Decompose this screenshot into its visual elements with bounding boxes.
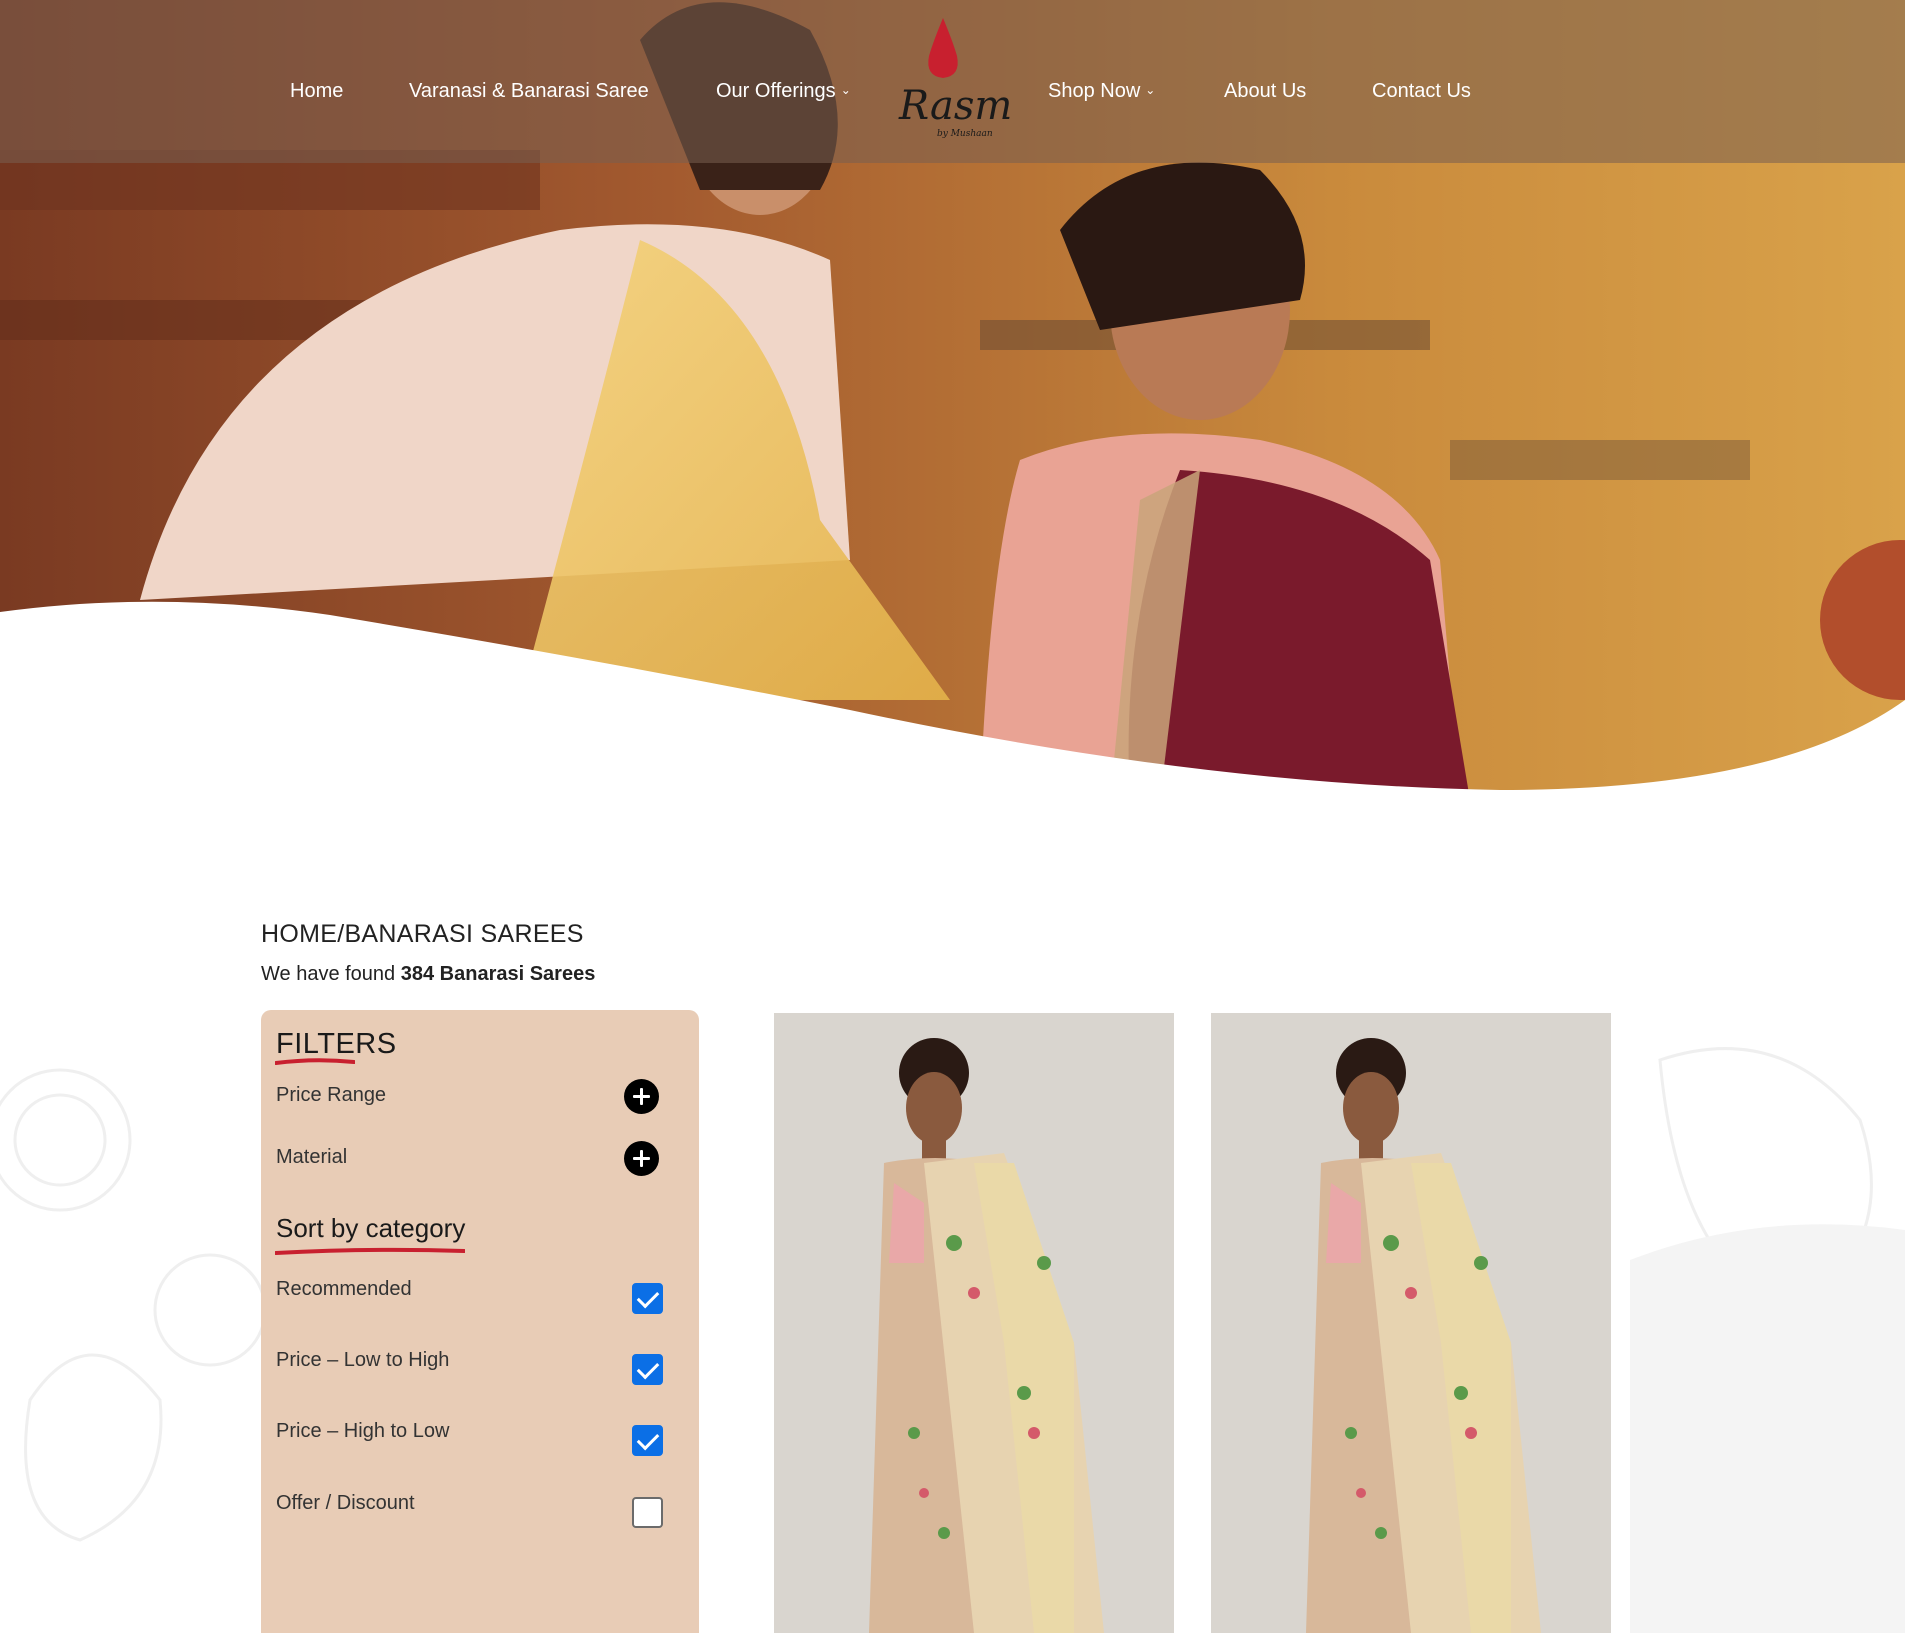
- product-card[interactable]: [774, 1013, 1174, 1633]
- sort-title-underline: [275, 1247, 465, 1255]
- chevron-down-icon: ⌄: [840, 83, 851, 97]
- chevron-down-icon: ⌄: [1145, 83, 1156, 97]
- offer-discount-checkbox[interactable]: [632, 1497, 663, 1528]
- top-navigation: Home Varanasi & Banarasi Saree Our Offer…: [0, 0, 1905, 163]
- material-label: Material: [276, 1146, 348, 1168]
- results-count: We have found 384 Banarasi Sarees: [261, 963, 595, 986]
- price-range-label: Price Range: [276, 1084, 387, 1106]
- sort-by-title: Sort by category: [276, 1213, 466, 1243]
- logo-graphic: Rasm by Mushaan: [898, 18, 1012, 139]
- price-low-high-checkbox[interactable]: [632, 1354, 663, 1385]
- price-range-expand-button[interactable]: [624, 1079, 659, 1114]
- product-image: [774, 1013, 1174, 1633]
- sort-option-label: Offer / Discount: [276, 1492, 415, 1514]
- results-prefix: We have found: [261, 963, 401, 985]
- material-expand-button[interactable]: [624, 1141, 659, 1176]
- hero-banner: Home Varanasi & Banarasi Saree Our Offer…: [0, 0, 1905, 800]
- sort-option-label: Recommended: [276, 1278, 412, 1300]
- nav-varanasi-banarasi[interactable]: Varanasi & Banarasi Saree: [409, 80, 649, 103]
- sort-option-label: Price – High to Low: [276, 1420, 450, 1442]
- nav-shop-now-label: Shop Now: [1048, 80, 1141, 102]
- nav-contact-us[interactable]: Contact Us: [1372, 80, 1471, 103]
- nav-home[interactable]: Home: [290, 80, 343, 103]
- recommended-checkbox[interactable]: [632, 1283, 663, 1314]
- nav-our-offerings-label: Our Offerings: [716, 80, 836, 102]
- price-high-low-checkbox[interactable]: [632, 1425, 663, 1456]
- breadcrumb: HOME/BANARASI SAREES: [261, 920, 584, 948]
- nav-about-us[interactable]: About Us: [1224, 80, 1306, 103]
- nav-our-offerings[interactable]: Our Offerings ⌄: [716, 80, 851, 103]
- product-image: [1211, 1013, 1611, 1633]
- logo-wordmark: Rasm: [898, 83, 1012, 129]
- sort-option-label: Price – Low to High: [276, 1349, 450, 1371]
- filters-panel: FILTERS Price Range Material Sort by cat…: [261, 1010, 699, 1633]
- title-underline: [275, 1058, 355, 1065]
- results-count-value: 384 Banarasi Sarees: [400, 963, 596, 985]
- brand-logo[interactable]: Rasm by Mushaan: [893, 14, 1013, 144]
- product-card[interactable]: [1211, 1013, 1611, 1633]
- nav-shop-now[interactable]: Shop Now ⌄: [1048, 80, 1155, 103]
- logo-tagline: by Mushaan: [937, 129, 993, 139]
